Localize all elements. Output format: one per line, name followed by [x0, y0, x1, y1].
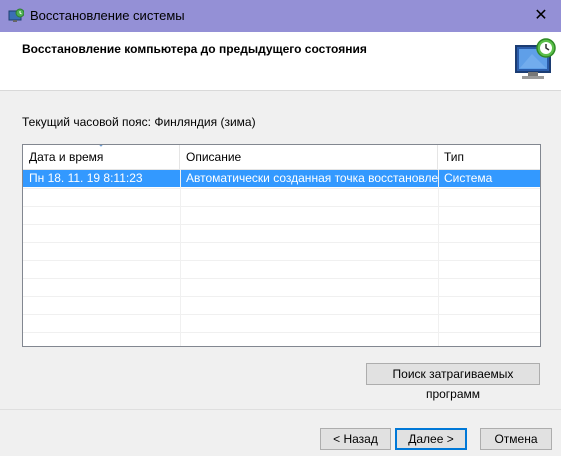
wizard-footer: < Назад Далее > Отмена [0, 409, 561, 456]
table-row[interactable]: Пн 18. 11. 19 8:11:23 Автоматически созд… [23, 170, 540, 187]
grid-line [23, 260, 540, 261]
back-button[interactable]: < Назад [320, 428, 391, 450]
next-button[interactable]: Далее > [395, 428, 467, 450]
row-type: Система [444, 171, 493, 185]
column-header-description-label: Описание [186, 150, 242, 164]
column-divider [180, 169, 181, 346]
column-header-description[interactable]: Описание [180, 145, 438, 169]
system-restore-icon [8, 8, 24, 22]
grid-line [23, 278, 540, 279]
row-date: Пн 18. 11. 19 8:11:23 [29, 171, 143, 185]
grid-line [23, 332, 540, 333]
timezone-label: Текущий часовой пояс: Финляндия (зима) [22, 115, 256, 129]
grid-line [23, 314, 540, 315]
page-heading: Восстановление компьютера до предыдущего… [22, 42, 367, 56]
list-header: Дата и время Описание Тип [23, 145, 540, 170]
wizard-content: Текущий часовой пояс: Финляндия (зима) Д… [0, 91, 561, 409]
window-title: Восстановление системы [30, 8, 185, 23]
title-bar: Восстановление системы ✕ [0, 0, 561, 32]
grid-line [23, 296, 540, 297]
column-divider [438, 169, 439, 346]
column-header-date-label: Дата и время [29, 150, 104, 164]
column-header-type-label: Тип [444, 150, 465, 164]
restore-points-list[interactable]: Дата и время Описание Тип Пн 18. 11. 19 … [22, 144, 541, 347]
cancel-button[interactable]: Отмена [480, 428, 552, 450]
row-description: Автоматически созданная точка восстановл… [186, 171, 438, 185]
close-icon[interactable]: ✕ [521, 0, 561, 32]
column-header-date[interactable]: Дата и время [23, 145, 180, 169]
grid-line [23, 206, 540, 207]
monitor-restore-icon [515, 38, 556, 79]
wizard-header: Восстановление компьютера до предыдущего… [0, 32, 561, 91]
sort-arrow-icon [99, 145, 103, 147]
scan-affected-programs-button[interactable]: Поиск затрагиваемых программ [366, 363, 540, 401]
column-header-type[interactable]: Тип [438, 145, 540, 169]
grid-line [23, 188, 540, 189]
grid-line [23, 224, 540, 225]
grid-line [23, 242, 540, 243]
